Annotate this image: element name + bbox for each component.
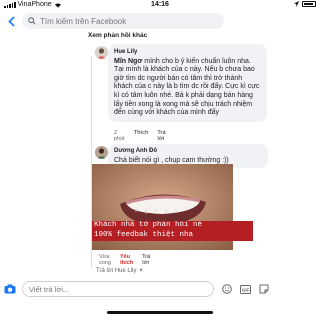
home-indicator <box>107 311 213 314</box>
comment-author[interactable]: Hue Lily <box>114 48 261 57</box>
photo-caption: Khách nhà tớ phản hồi nè 100% feedbak th… <box>92 221 253 241</box>
search-bar <box>0 11 320 31</box>
comment-bubble: Hue Lily Mĩn Ngơ mình cho b ý kiến chuẩn… <box>108 44 267 122</box>
comment-text: Chả biết nói gì , chụp cam thường :)) <box>114 156 229 164</box>
clock: 14:16 <box>151 1 169 8</box>
battery-icon <box>302 1 316 7</box>
reply-input[interactable] <box>22 281 214 297</box>
avatar[interactable] <box>95 146 108 159</box>
view-more-replies-link[interactable]: Xem phản hồi khác <box>88 32 147 39</box>
status-bar: VinaPhone 14:16 <box>0 0 320 10</box>
reply-button[interactable]: Trả lời <box>142 254 150 266</box>
status-right <box>294 1 316 7</box>
love-button[interactable]: Yêu thích <box>120 254 133 266</box>
reply-composer: GIF <box>0 276 320 302</box>
comment-time: 2 phút <box>114 130 125 142</box>
comment-author[interactable]: Dương Anh Đô <box>114 147 262 156</box>
chevron-left-icon <box>7 15 15 27</box>
comment-text: mình cho b ý kiến chuẩn luôn nha. Tại mì… <box>114 57 260 117</box>
avatar-photo <box>95 46 108 59</box>
close-icon[interactable]: × <box>139 268 143 274</box>
back-button[interactable] <box>0 11 22 31</box>
svg-text:GIF: GIF <box>242 287 250 292</box>
composer-icons: GIF <box>222 284 269 294</box>
avatar-photo <box>95 146 108 159</box>
gif-icon[interactable]: GIF <box>240 284 251 294</box>
comment-actions: 2 phút Thích Trả lời <box>114 130 166 142</box>
avatar[interactable] <box>95 46 108 59</box>
location-icon <box>294 1 299 7</box>
mention-tag[interactable]: Mĩn Ngơ <box>114 58 142 65</box>
caption-line: 100% feedbak thiệt nha <box>94 230 194 239</box>
search-icon <box>28 17 36 25</box>
caption-line: Khách nhà tớ phản hồi nè <box>94 221 203 229</box>
search-box[interactable] <box>22 13 224 29</box>
replying-to-label: Trả lời Hue Lily <box>96 268 137 274</box>
reply-button[interactable]: Trả lời <box>157 130 165 142</box>
search-input[interactable] <box>40 16 170 26</box>
like-button[interactable]: Thích <box>134 130 149 142</box>
sticker-icon[interactable] <box>259 284 269 294</box>
emoji-icon[interactable] <box>222 284 232 294</box>
comment-actions: Vừa xong Yêu thích Trả lời <box>99 254 150 266</box>
camera-icon[interactable] <box>4 284 16 294</box>
comment-time: Vừa xong <box>99 254 111 266</box>
replying-to-indicator: Trả lời Hue Lily × <box>96 268 143 274</box>
